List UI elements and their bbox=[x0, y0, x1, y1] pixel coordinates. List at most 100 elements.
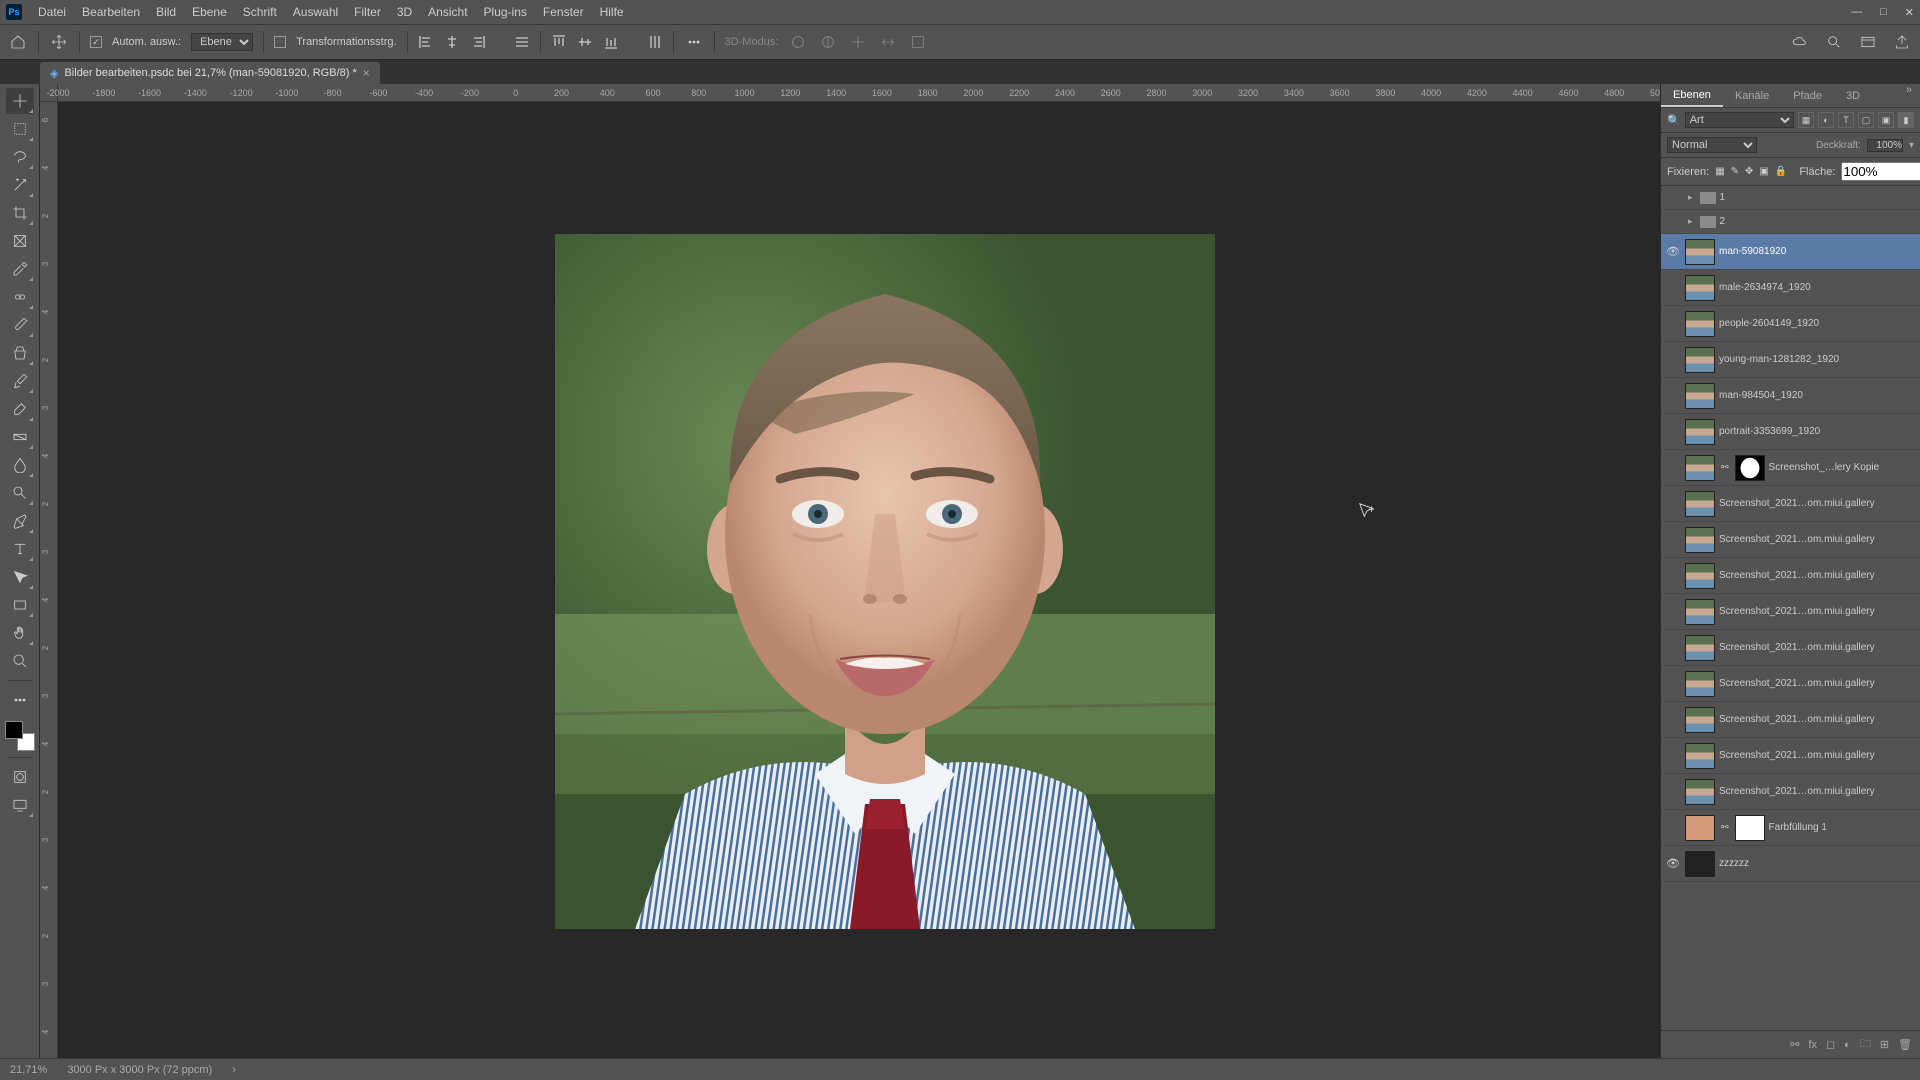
mask-thumbnail[interactable] bbox=[1735, 455, 1765, 481]
eye-icon[interactable]: 👁 bbox=[1666, 245, 1680, 258]
frame-tool[interactable] bbox=[6, 228, 34, 254]
layer-thumbnail[interactable] bbox=[1685, 779, 1715, 805]
menu-datei[interactable]: Datei bbox=[38, 5, 66, 19]
tab-kanaele[interactable]: Kanäle bbox=[1723, 84, 1781, 107]
minimize-button[interactable]: — bbox=[1851, 6, 1862, 19]
menu-auswahl[interactable]: Auswahl bbox=[293, 5, 338, 19]
healing-brush-tool[interactable] bbox=[6, 284, 34, 310]
layer-group[interactable]: ▸ 2 bbox=[1661, 210, 1920, 234]
move-tool[interactable] bbox=[6, 88, 34, 114]
align-hcenter-icon[interactable] bbox=[444, 34, 460, 50]
link-layers-icon[interactable]: ⚯ bbox=[1790, 1038, 1799, 1051]
lasso-tool[interactable] bbox=[6, 144, 34, 170]
layer-thumbnail[interactable] bbox=[1685, 563, 1715, 589]
opacity-chevron-icon[interactable]: ▾ bbox=[1909, 140, 1914, 151]
filter-smart-icon[interactable]: ▣ bbox=[1878, 112, 1894, 128]
maximize-button[interactable]: □ bbox=[1880, 6, 1887, 19]
layer-thumbnail[interactable] bbox=[1685, 743, 1715, 769]
zoom-level[interactable]: 21,71% bbox=[10, 1064, 47, 1076]
horizontal-ruler[interactable]: -2000-1800-1600-1400-1200-1000-800-600-4… bbox=[40, 84, 1660, 102]
layer-name[interactable]: Screenshot_2021…om.miui.gallery bbox=[1719, 534, 1916, 545]
distribute-v-icon[interactable] bbox=[647, 34, 663, 50]
visibility-toggle[interactable]: 👁 bbox=[1665, 857, 1681, 870]
document-tab[interactable]: ◈ Bilder bearbeiten.psdc bei 21,7% (man-… bbox=[40, 62, 380, 84]
filter-adjust-icon[interactable]: ◐ bbox=[1818, 112, 1834, 128]
align-left-icon[interactable] bbox=[418, 34, 434, 50]
layer-thumbnail[interactable] bbox=[1685, 491, 1715, 517]
layer-name[interactable]: 1 bbox=[1720, 192, 1916, 203]
edit-toolbar-icon[interactable] bbox=[6, 687, 34, 713]
screen-mode-icon[interactable] bbox=[6, 792, 34, 818]
fill-input[interactable] bbox=[1841, 162, 1920, 181]
filter-pixel-icon[interactable]: ▦ bbox=[1798, 112, 1814, 128]
layer-name[interactable]: zzzzzz bbox=[1719, 858, 1916, 869]
layer-name[interactable]: Screenshot_2021…om.miui.gallery bbox=[1719, 750, 1916, 761]
artboard-tool[interactable] bbox=[6, 116, 34, 142]
align-bottom-icon[interactable] bbox=[603, 34, 619, 50]
dodge-tool[interactable] bbox=[6, 480, 34, 506]
pen-tool[interactable] bbox=[6, 508, 34, 534]
layer-row[interactable]: Screenshot_2021…om.miui.gallery bbox=[1661, 486, 1920, 522]
zoom-tool[interactable] bbox=[6, 648, 34, 674]
visibility-toggle[interactable]: 👁 bbox=[1665, 245, 1681, 258]
close-tab-icon[interactable]: × bbox=[363, 66, 370, 80]
document-canvas[interactable] bbox=[58, 102, 1660, 1058]
menu-schrift[interactable]: Schrift bbox=[243, 5, 277, 19]
layer-name[interactable]: people-2604149_1920 bbox=[1719, 318, 1916, 329]
layer-row[interactable]: 👁 zzzzzz bbox=[1661, 846, 1920, 882]
menu-filter[interactable]: Filter bbox=[354, 5, 381, 19]
layer-group[interactable]: ▸ 1 bbox=[1661, 186, 1920, 210]
blur-tool[interactable] bbox=[6, 452, 34, 478]
workspace-icon[interactable] bbox=[1858, 32, 1878, 52]
layer-row[interactable]: male-2634974_1920 bbox=[1661, 270, 1920, 306]
layer-thumbnail[interactable] bbox=[1685, 815, 1715, 841]
lock-position-icon[interactable]: ✥ bbox=[1745, 165, 1753, 179]
layer-thumbnail[interactable] bbox=[1685, 851, 1715, 877]
layer-row[interactable]: Screenshot_2021…om.miui.gallery bbox=[1661, 702, 1920, 738]
tab-ebenen[interactable]: Ebenen bbox=[1661, 84, 1723, 107]
eye-icon[interactable]: 👁 bbox=[1666, 857, 1680, 870]
menu-fenster[interactable]: Fenster bbox=[543, 5, 584, 19]
document-info[interactable]: 3000 Px x 3000 Px (72 ppcm) bbox=[67, 1064, 212, 1076]
filter-toggle-icon[interactable]: ▮ bbox=[1898, 112, 1914, 128]
lock-pixels-icon[interactable]: ✎ bbox=[1731, 165, 1739, 179]
menu-ebene[interactable]: Ebene bbox=[192, 5, 227, 19]
layer-thumbnail[interactable] bbox=[1685, 635, 1715, 661]
brush-tool[interactable] bbox=[6, 312, 34, 338]
blend-mode-dropdown[interactable]: Normal bbox=[1667, 137, 1757, 153]
layer-name[interactable]: Farbfüllung 1 bbox=[1769, 822, 1916, 833]
layer-row[interactable]: Screenshot_2021…om.miui.gallery bbox=[1661, 666, 1920, 702]
menu-3d[interactable]: 3D bbox=[397, 5, 412, 19]
layer-name[interactable]: Screenshot_2021…om.miui.gallery bbox=[1719, 642, 1916, 653]
layer-thumbnail[interactable] bbox=[1685, 707, 1715, 733]
layer-name[interactable]: Screenshot_2021…om.miui.gallery bbox=[1719, 606, 1916, 617]
layer-name[interactable]: Screenshot_2021…om.miui.gallery bbox=[1719, 786, 1916, 797]
new-layer-icon[interactable]: ⊞ bbox=[1880, 1038, 1889, 1051]
share-icon[interactable] bbox=[1892, 32, 1912, 52]
delete-layer-icon[interactable]: 🗑 bbox=[1898, 1038, 1912, 1051]
distribute-icon[interactable] bbox=[514, 34, 530, 50]
menu-ansicht[interactable]: Ansicht bbox=[428, 5, 467, 19]
lock-transparency-icon[interactable]: ▦ bbox=[1715, 165, 1724, 179]
transform-controls-checkbox[interactable] bbox=[274, 36, 286, 48]
layer-name[interactable]: Screenshot_2021…om.miui.gallery bbox=[1719, 678, 1916, 689]
layer-row[interactable]: ⚯ Screenshot_…lery Kopie bbox=[1661, 450, 1920, 486]
align-right-icon[interactable] bbox=[470, 34, 486, 50]
path-selection-tool[interactable] bbox=[6, 564, 34, 590]
layer-thumbnail[interactable] bbox=[1685, 239, 1715, 265]
layer-name[interactable]: Screenshot_2021…om.miui.gallery bbox=[1719, 714, 1916, 725]
layer-thumbnail[interactable] bbox=[1685, 455, 1715, 481]
layer-row[interactable]: ⚯ Farbfüllung 1 bbox=[1661, 810, 1920, 846]
layer-thumbnail[interactable] bbox=[1685, 599, 1715, 625]
gradient-tool[interactable] bbox=[6, 424, 34, 450]
menu-plugins[interactable]: Plug-ins bbox=[484, 5, 527, 19]
layer-list[interactable]: ▸ 1 ▸ 2👁 man-59081920 male-2634974_1920 … bbox=[1661, 186, 1920, 1030]
layer-name[interactable]: man-59081920 bbox=[1719, 246, 1916, 257]
layer-thumbnail[interactable] bbox=[1685, 347, 1715, 373]
opacity-input[interactable] bbox=[1867, 139, 1903, 152]
adjustment-layer-icon[interactable]: ◐ bbox=[1844, 1039, 1851, 1051]
type-tool[interactable] bbox=[6, 536, 34, 562]
rectangle-tool[interactable] bbox=[6, 592, 34, 618]
layer-thumbnail[interactable] bbox=[1685, 275, 1715, 301]
align-vcenter-icon[interactable] bbox=[577, 34, 593, 50]
